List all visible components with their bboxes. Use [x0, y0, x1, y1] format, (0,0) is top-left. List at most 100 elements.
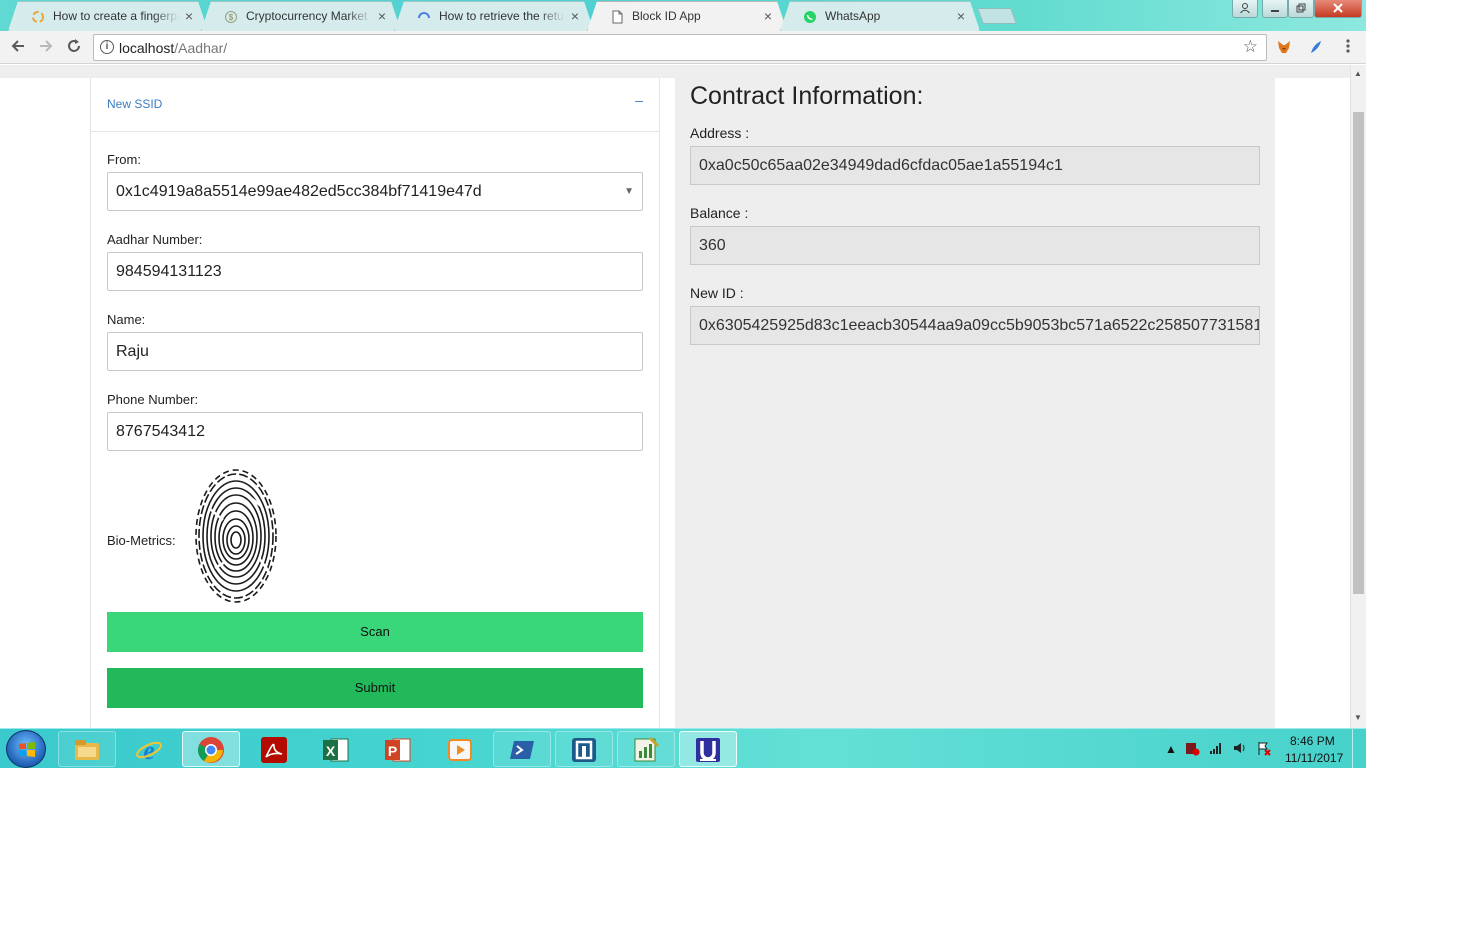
chrome-icon — [198, 737, 224, 763]
action-center-flag-icon[interactable] — [1256, 740, 1272, 756]
powershell-icon — [510, 741, 534, 759]
balance-field[interactable]: 360 — [690, 226, 1260, 265]
new-id-label: New ID : — [690, 285, 744, 301]
svg-text:X: X — [326, 743, 336, 759]
tab-close-icon[interactable]: × — [571, 8, 579, 24]
powerpoint-icon: P — [385, 738, 411, 762]
coin-icon: $ — [224, 10, 238, 24]
collapse-icon[interactable]: – — [635, 92, 643, 108]
start-button[interactable] — [6, 730, 46, 768]
tab-close-icon[interactable]: × — [957, 8, 965, 24]
bookmark-star-icon[interactable]: ☆ — [1243, 37, 1258, 57]
taskbar-acrobat[interactable] — [245, 731, 303, 767]
media-player-icon — [448, 739, 472, 761]
from-select-value: 0x1c4919a8a5514e99ae482ed5cc384bf71419e4… — [116, 183, 482, 200]
scan-button[interactable]: Scan — [107, 612, 643, 652]
back-icon[interactable] — [8, 37, 28, 57]
u-app-icon — [696, 738, 720, 762]
minimize-icon[interactable] — [1262, 0, 1288, 18]
tab-title: How to retrieve the retur — [439, 9, 565, 23]
from-select[interactable]: 0x1c4919a8a5514e99ae482ed5cc384bf71419e4… — [107, 172, 643, 211]
tab-title: How to create a fingerpr — [53, 9, 179, 23]
tab-close-icon[interactable]: × — [378, 8, 386, 24]
volume-icon[interactable] — [1232, 740, 1248, 756]
network-signal-icon[interactable] — [1208, 740, 1224, 756]
new-tab-button[interactable] — [977, 8, 1017, 24]
taskbar-chrome[interactable] — [182, 731, 240, 767]
tab-close-icon[interactable]: × — [185, 8, 193, 24]
fingerprint-image — [195, 469, 277, 603]
tab-block-id-app[interactable]: Block ID App × — [587, 1, 787, 31]
metamask-fox-icon[interactable] — [1276, 39, 1292, 55]
reload-icon[interactable] — [64, 37, 84, 57]
file-explorer-icon — [75, 740, 99, 760]
biometrics-label: Bio-Metrics: — [107, 533, 176, 548]
show-desktop-button[interactable] — [1352, 729, 1366, 768]
tab-title: WhatsApp — [825, 9, 881, 23]
chart-editor-icon — [634, 736, 660, 762]
internet-explorer-icon: e — [136, 736, 162, 764]
taskbar-chart-editor[interactable] — [617, 731, 675, 767]
taskbar-u-app[interactable] — [679, 731, 737, 767]
feather-extension-icon[interactable] — [1308, 39, 1324, 55]
scroll-thumb[interactable] — [1353, 112, 1364, 594]
taskbar-file-explorer[interactable] — [58, 731, 116, 767]
browser-toolbar: i localhost/Aadhar/ ☆ — [0, 31, 1366, 64]
taskbar-bracket-app[interactable] — [555, 731, 613, 767]
address-bar[interactable]: i localhost/Aadhar/ ☆ — [93, 34, 1267, 61]
taskbar-excel[interactable]: X — [307, 731, 365, 767]
svg-text:P: P — [388, 743, 397, 759]
address-field[interactable]: 0xa0c50c65aa02e34949dad6cfdac05ae1a55194… — [690, 146, 1260, 185]
menu-kebab-icon[interactable] — [1338, 37, 1358, 57]
dropdown-caret-icon: ▼ — [624, 186, 634, 197]
forward-icon[interactable] — [36, 37, 56, 57]
tab-strip: How to create a fingerpr × $ Cryptocurre… — [0, 0, 1366, 31]
tab-whatsapp[interactable]: WhatsApp × — [780, 1, 980, 31]
loading-spinner-icon — [31, 10, 45, 24]
submit-button[interactable]: Submit — [107, 668, 643, 708]
screen: How to create a fingerpr × $ Cryptocurre… — [0, 0, 1366, 768]
name-input[interactable]: Raju — [107, 332, 643, 371]
svg-text:$: $ — [229, 13, 234, 22]
panel-header[interactable]: New SSID – — [91, 78, 659, 132]
contract-title: Contract Information: — [690, 82, 924, 110]
panel-title[interactable]: New SSID — [107, 97, 162, 111]
clock-time[interactable]: 8:46 PM — [1290, 734, 1335, 748]
url-host: localhost — [119, 40, 175, 56]
taskbar-powerpoint[interactable]: P — [369, 731, 427, 767]
balance-label: Balance : — [690, 205, 749, 221]
svg-text:e: e — [143, 736, 155, 764]
contract-info-panel: Contract Information: Address : 0xa0c50c… — [675, 78, 1275, 728]
tab-title: Block ID App — [632, 9, 701, 23]
site-info-icon[interactable]: i — [100, 40, 114, 54]
scroll-up-icon[interactable]: ▲ — [1354, 69, 1362, 78]
clock-date[interactable]: 11/11/2017 — [1285, 751, 1343, 765]
name-label: Name: — [107, 312, 146, 327]
phone-input[interactable]: 8767543412 — [107, 412, 643, 451]
close-window-icon[interactable] — [1314, 0, 1362, 18]
taskbar-powershell[interactable] — [493, 731, 551, 767]
aadhar-input[interactable]: 984594131123 — [107, 252, 643, 291]
from-label: From: — [107, 152, 141, 167]
tab-retrieve[interactable]: How to retrieve the retur × — [394, 1, 594, 31]
tray-app-icon[interactable] — [1184, 740, 1200, 756]
show-hidden-icons-icon[interactable]: ▲ — [1165, 742, 1177, 756]
tab-cryptocurrency[interactable]: $ Cryptocurrency Market C × — [201, 1, 401, 31]
new-id-field[interactable]: 0x6305425925d83c1eeacb30544aa9a09cc5b905… — [690, 306, 1260, 345]
restore-icon[interactable] — [1288, 0, 1314, 18]
user-icon[interactable] — [1232, 0, 1258, 18]
loading-ring-icon — [417, 10, 431, 24]
taskbar-media-player[interactable] — [431, 731, 489, 767]
page-scrollbar[interactable]: ▲ ▼ — [1350, 65, 1366, 728]
bracket-app-icon — [572, 738, 596, 762]
whatsapp-icon — [803, 10, 817, 24]
taskbar-internet-explorer[interactable]: e — [120, 731, 178, 767]
page-top-band — [0, 65, 1350, 78]
tab-fingerprint[interactable]: How to create a fingerpr × — [8, 1, 208, 31]
page-content: New SSID – From: 0x1c4919a8a5514e99ae482… — [0, 65, 1350, 728]
tab-close-icon[interactable]: × — [764, 8, 772, 24]
acrobat-icon — [261, 737, 287, 763]
excel-icon: X — [323, 738, 349, 762]
phone-label: Phone Number: — [107, 392, 199, 407]
scroll-down-icon[interactable]: ▼ — [1354, 713, 1362, 722]
